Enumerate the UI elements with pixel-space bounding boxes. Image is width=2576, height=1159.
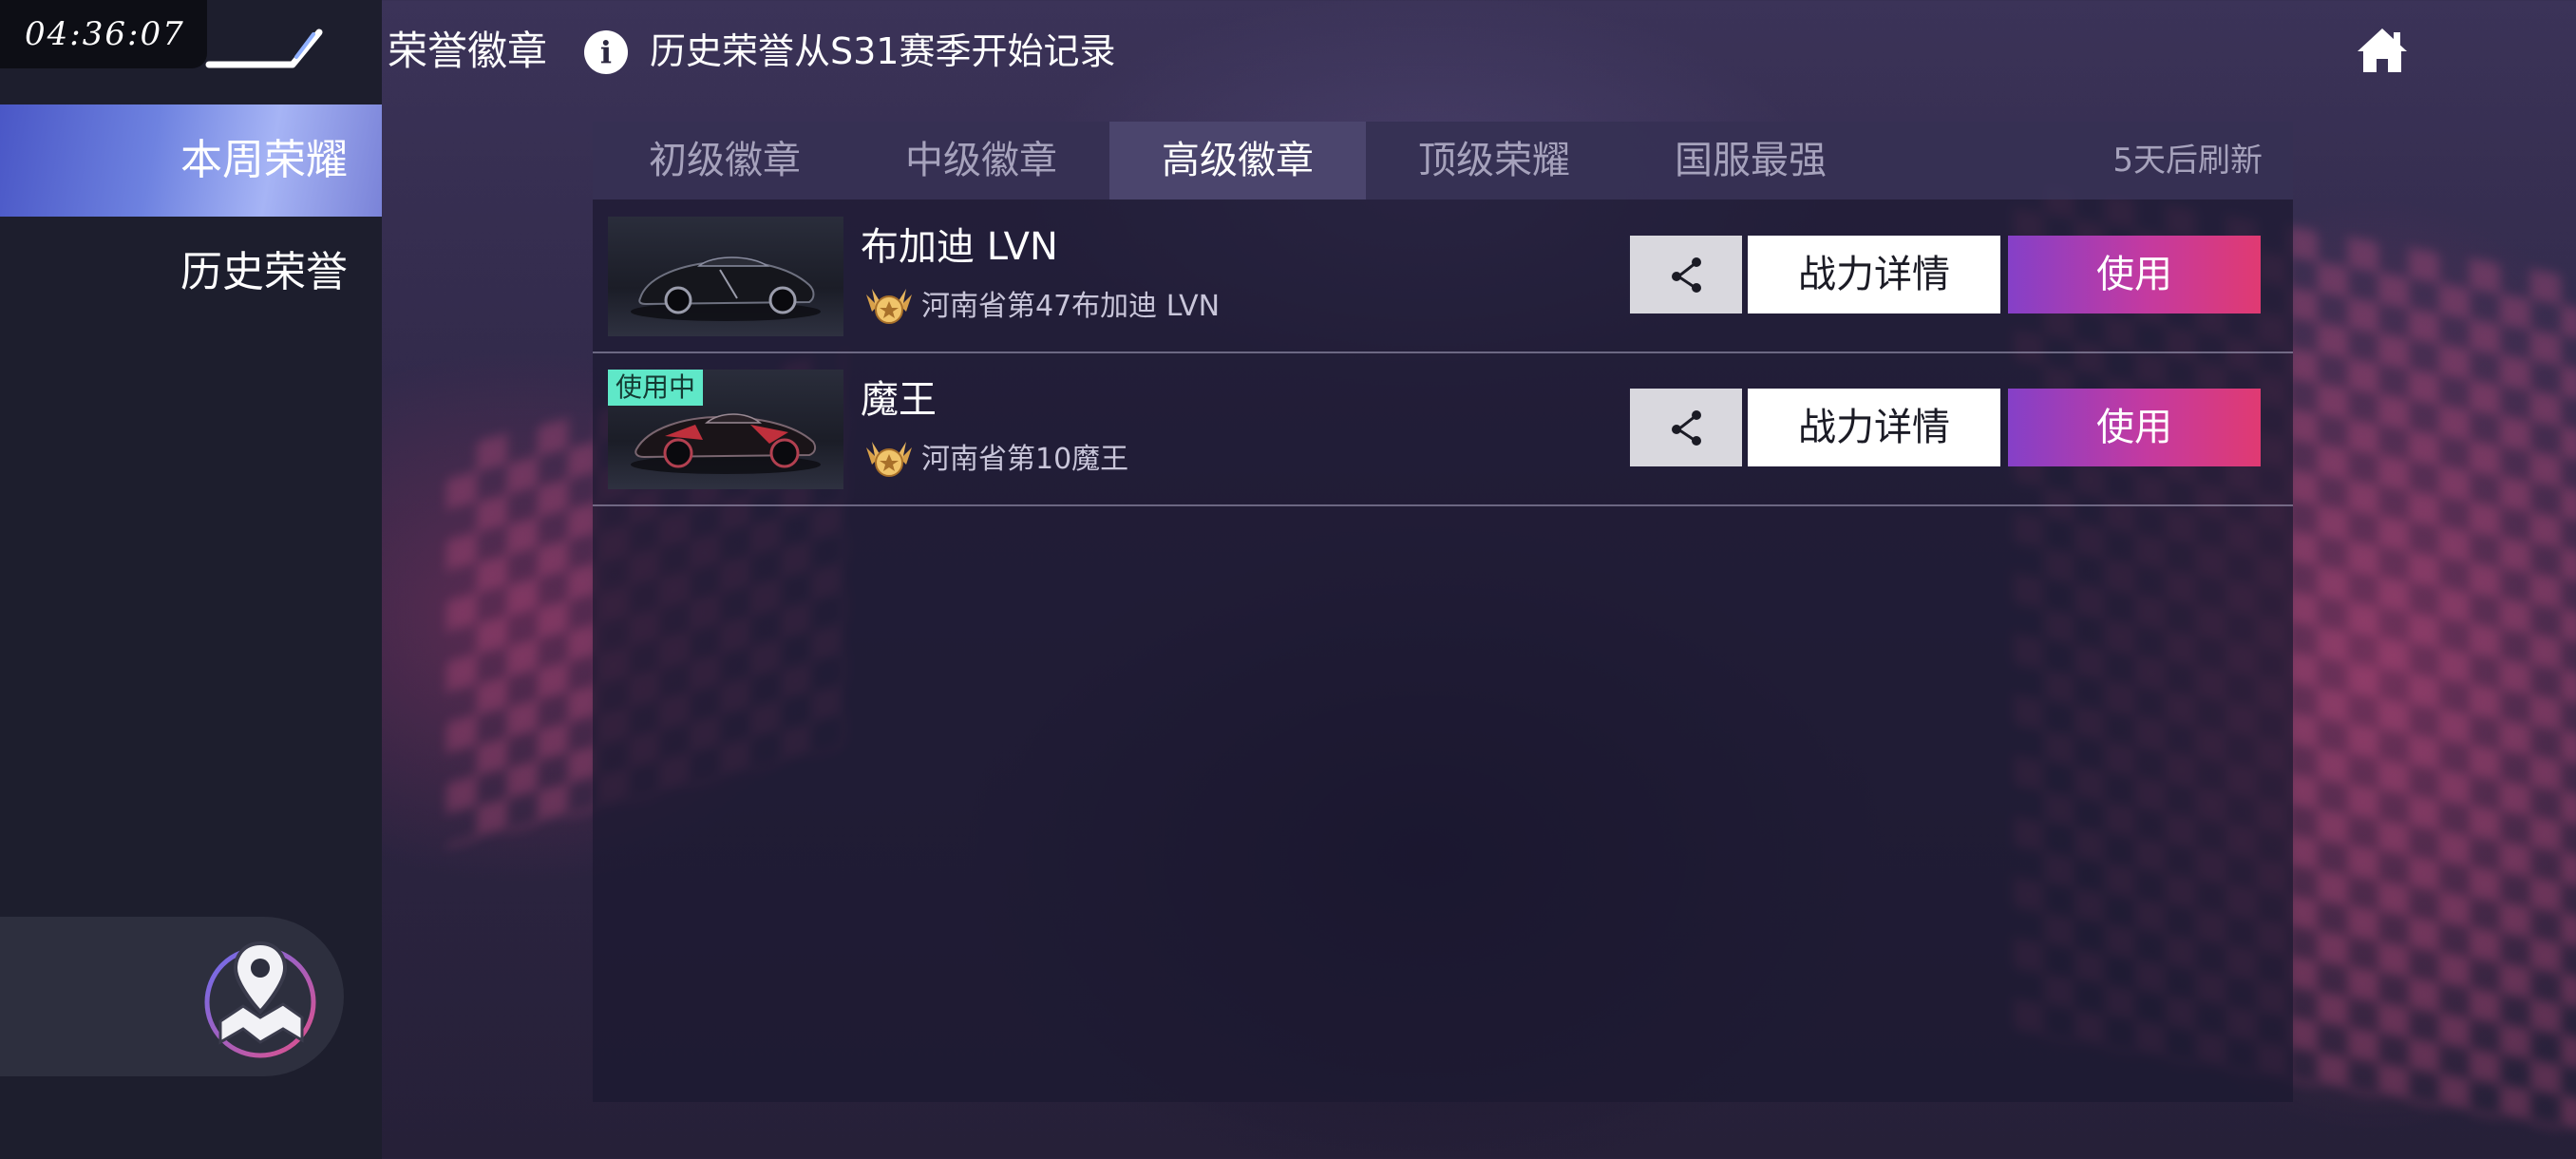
- page-title: 荣誉徽章: [388, 28, 548, 74]
- badge-panel: 初级徽章 中级徽章 高级徽章 顶级荣耀 国服最强 5天后刷新 布加迪 LVN 河…: [593, 122, 2293, 1102]
- rank-text: 河南省第10魔王: [921, 443, 1129, 476]
- medal-badge-icon: [866, 289, 912, 324]
- medal-badge-icon: [866, 442, 912, 477]
- sidebar-item-history-honor[interactable]: 历史荣誉: [0, 217, 382, 329]
- badge-row: 使用中 魔王 河南省第10魔王 战力详情 使用: [593, 352, 2293, 506]
- history-notice: 历史荣誉从S31赛季开始记录: [650, 30, 1116, 72]
- share-button[interactable]: [1630, 389, 1742, 466]
- tab-intermediate-badge[interactable]: 中级徽章: [853, 122, 1109, 200]
- car-name: 布加迪 LVN: [861, 225, 1058, 269]
- use-button[interactable]: 使用: [2008, 389, 2261, 466]
- tab-top-honor[interactable]: 顶级荣耀: [1366, 122, 1622, 200]
- tab-advanced-badge[interactable]: 高级徽章: [1109, 122, 1366, 200]
- in-use-tag: 使用中: [608, 370, 704, 406]
- car-thumbnail: [608, 217, 843, 336]
- tab-national-strongest[interactable]: 国服最强: [1622, 122, 1879, 200]
- tab-bar: 初级徽章 中级徽章 高级徽章 顶级荣耀 国服最强 5天后刷新: [593, 122, 2293, 200]
- info-icon[interactable]: i: [584, 30, 628, 74]
- tab-beginner-badge[interactable]: 初级徽章: [597, 122, 853, 200]
- power-details-button[interactable]: 战力详情: [1748, 389, 2000, 466]
- clock: 04:36:07: [0, 0, 207, 68]
- power-details-button[interactable]: 战力详情: [1748, 236, 2000, 314]
- sidebar-item-weekly-glory[interactable]: 本周荣耀: [0, 104, 382, 217]
- back-arrow-icon[interactable]: [201, 27, 323, 74]
- badge-row: 布加迪 LVN 河南省第47布加迪 LVN 战力详情 使用: [593, 200, 2293, 353]
- share-icon: [1672, 410, 1701, 446]
- home-icon[interactable]: [2356, 25, 2409, 76]
- car-name: 魔王: [861, 378, 937, 422]
- refresh-countdown: 5天后刷新: [2112, 142, 2263, 180]
- use-button[interactable]: 使用: [2008, 236, 2261, 314]
- share-button[interactable]: [1630, 236, 1742, 314]
- sidebar: 04:36:07 本周荣耀 历史荣誉: [0, 0, 382, 1159]
- rank-text: 河南省第47布加迪 LVN: [921, 290, 1221, 323]
- share-icon: [1672, 257, 1701, 293]
- map-location-icon: [204, 940, 316, 1058]
- car-thumbnail: 使用中: [608, 370, 843, 489]
- map-button[interactable]: [0, 917, 344, 1076]
